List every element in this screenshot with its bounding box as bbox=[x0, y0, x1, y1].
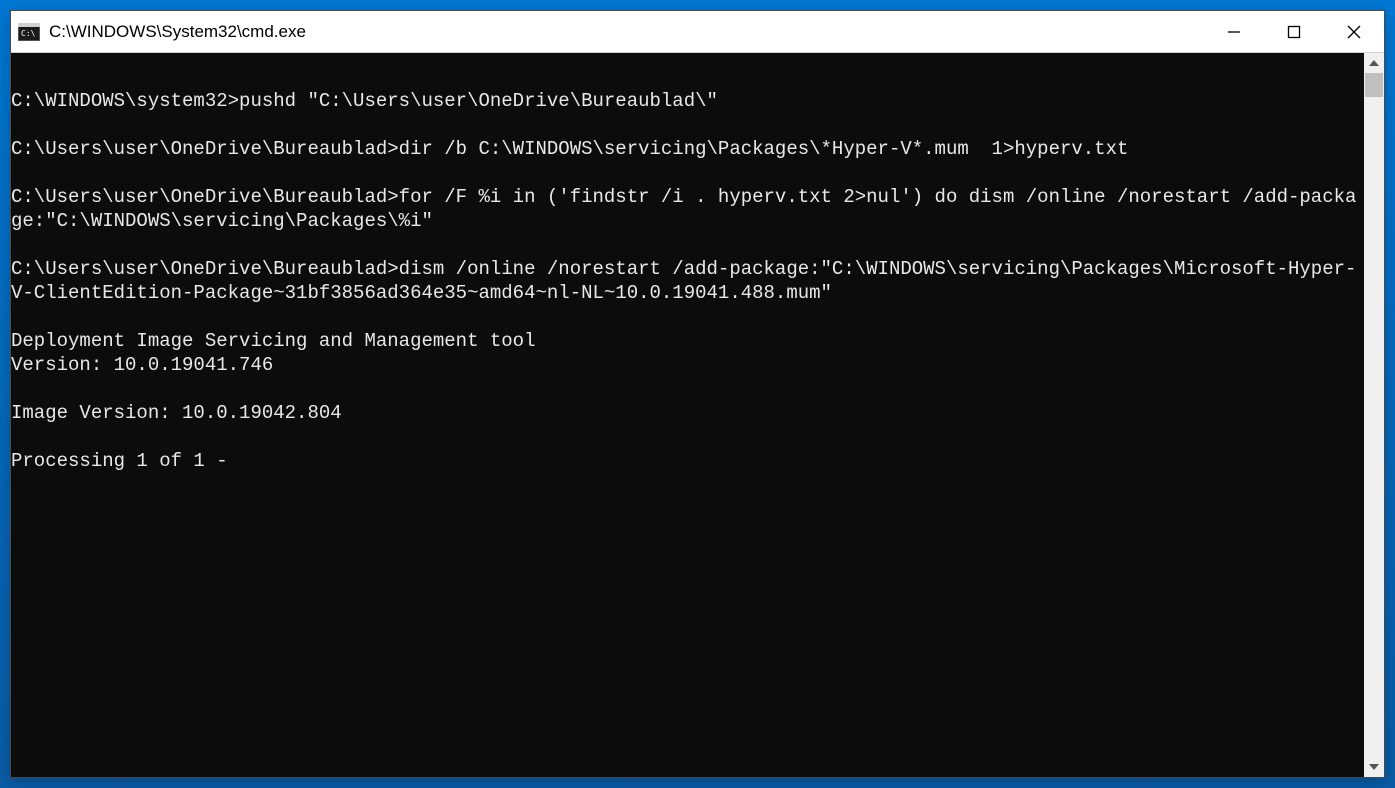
terminal-line bbox=[11, 305, 1364, 329]
terminal-output[interactable]: C:\WINDOWS\system32>pushd "C:\Users\user… bbox=[11, 53, 1364, 777]
terminal-line: Processing 1 of 1 - bbox=[11, 449, 1364, 473]
terminal-line bbox=[11, 161, 1364, 185]
close-button[interactable] bbox=[1324, 11, 1384, 52]
terminal-line: Image Version: 10.0.19042.804 bbox=[11, 401, 1364, 425]
terminal-line: Version: 10.0.19041.746 bbox=[11, 353, 1364, 377]
window-title: C:\WINDOWS\System32\cmd.exe bbox=[49, 22, 1204, 42]
terminal-line bbox=[11, 425, 1364, 449]
terminal-line bbox=[11, 233, 1364, 257]
cmd-icon: C:\ bbox=[17, 22, 41, 42]
window-controls bbox=[1204, 11, 1384, 52]
vertical-scrollbar[interactable] bbox=[1364, 53, 1384, 777]
window-body: C:\WINDOWS\system32>pushd "C:\Users\user… bbox=[11, 53, 1384, 777]
app-window: C:\ C:\WINDOWS\System32\cmd.exe C:\WINDO… bbox=[10, 10, 1385, 778]
svg-text:C:\: C:\ bbox=[21, 29, 36, 38]
scroll-down-arrow[interactable] bbox=[1364, 757, 1384, 777]
scroll-up-arrow[interactable] bbox=[1364, 53, 1384, 73]
maximize-button[interactable] bbox=[1264, 11, 1324, 52]
terminal-line: C:\Users\user\OneDrive\Bureaublad>for /F… bbox=[11, 185, 1364, 233]
terminal-line bbox=[11, 377, 1364, 401]
scrollbar-thumb[interactable] bbox=[1365, 73, 1383, 97]
titlebar[interactable]: C:\ C:\WINDOWS\System32\cmd.exe bbox=[11, 11, 1384, 53]
terminal-line: C:\WINDOWS\system32>pushd "C:\Users\user… bbox=[11, 89, 1364, 113]
terminal-line: C:\Users\user\OneDrive\Bureaublad>dism /… bbox=[11, 257, 1364, 305]
terminal-line bbox=[11, 113, 1364, 137]
minimize-button[interactable] bbox=[1204, 11, 1264, 52]
scrollbar-track[interactable] bbox=[1364, 73, 1384, 757]
terminal-line: C:\Users\user\OneDrive\Bureaublad>dir /b… bbox=[11, 137, 1364, 161]
terminal-line: Deployment Image Servicing and Managemen… bbox=[11, 329, 1364, 353]
terminal-line bbox=[11, 65, 1364, 89]
